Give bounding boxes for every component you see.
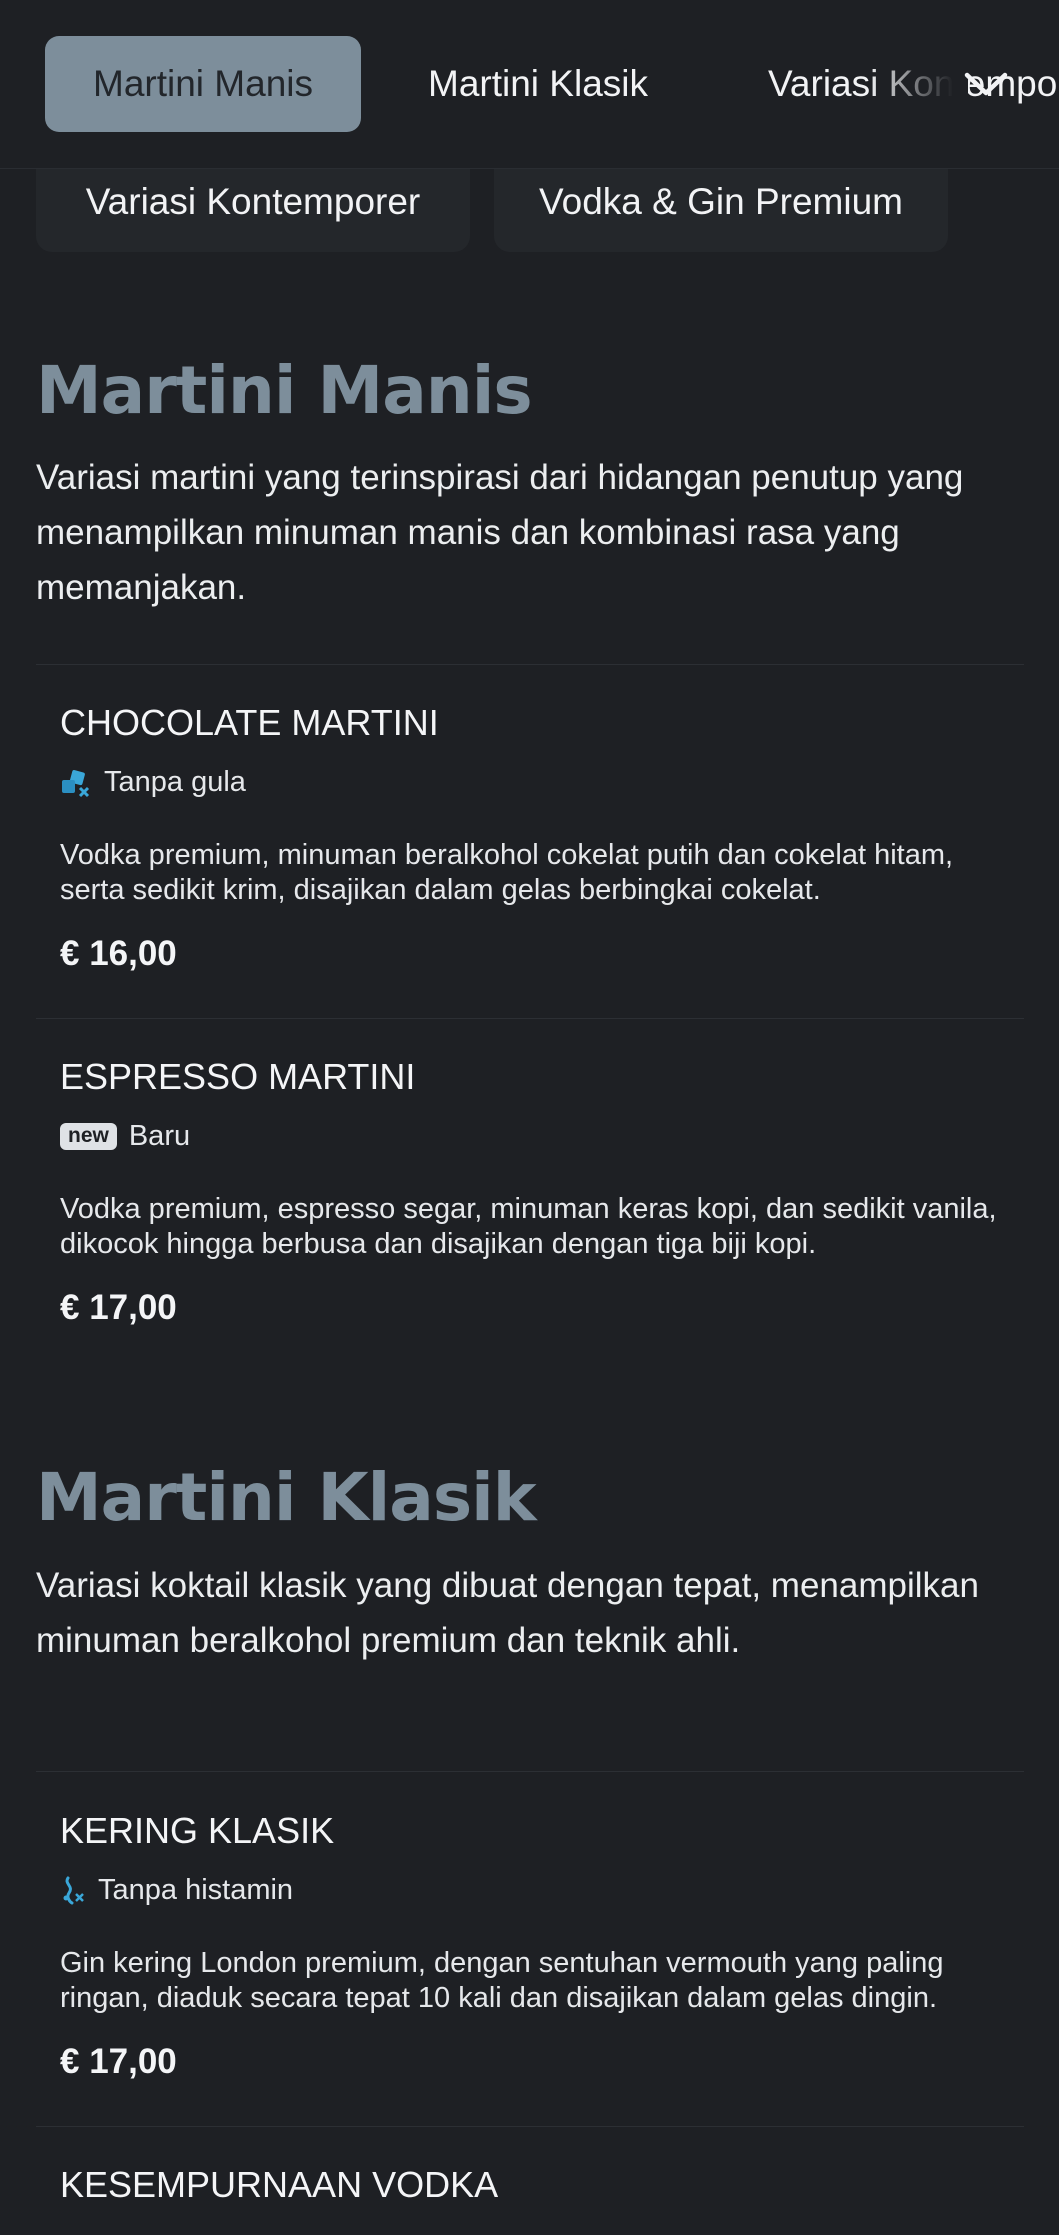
section-title-martini-klasik: Martini Klasik	[36, 1459, 537, 1536]
section-description: Variasi koktail klasik yang dibuat denga…	[36, 1566, 979, 1660]
new-badge: new	[60, 1123, 117, 1150]
item-description: Vodka premium, minuman beralkohol cokela…	[60, 839, 954, 906]
divider	[36, 2126, 1024, 2127]
item-price: € 17,00	[60, 1288, 177, 1327]
item-name: KERING KLASIK	[60, 1810, 335, 1851]
item-tag-label: Tanpa histamin	[98, 1874, 294, 1906]
item-description: Gin kering London premium, dengan sentuh…	[60, 1947, 944, 2014]
item-tag: Tanpa gula	[60, 766, 246, 799]
item-tag-label: Baru	[128, 1120, 191, 1152]
item-price: € 16,00	[60, 934, 177, 973]
tab-martini-manis[interactable]: Martini Manis	[45, 36, 361, 132]
item-name: KESEMPURNAAN VODKA	[60, 2164, 499, 2205]
section-description: Variasi martini yang terinspirasi dari h…	[36, 458, 964, 607]
tab-martini-klasik[interactable]: Martini Klasik	[428, 36, 648, 132]
item-description: Vodka premium, espresso segar, minuman k…	[60, 1193, 997, 1260]
item-price: € 17,00	[60, 2042, 177, 2081]
chevron-down-icon	[964, 72, 1008, 96]
item-tag: Tanpa histamin	[60, 1874, 293, 1907]
item-name: CHOCOLATE MARTINI	[60, 702, 439, 743]
item-tag: new Baru	[60, 1120, 190, 1153]
category-tab-bar: Martini Manis Martini Klasik Variasi Kon…	[0, 0, 1059, 169]
section-title-martini-manis: Martini Manis	[36, 352, 533, 429]
sugar-free-icon	[62, 769, 90, 797]
divider	[36, 1771, 1024, 1772]
expand-categories-button[interactable]	[952, 52, 1020, 116]
divider	[36, 664, 1024, 665]
histamine-free-icon	[63, 1876, 84, 1904]
item-name: ESPRESSO MARTINI	[60, 1056, 416, 1097]
divider	[36, 1018, 1024, 1019]
item-tag-label: Tanpa gula	[104, 766, 246, 798]
